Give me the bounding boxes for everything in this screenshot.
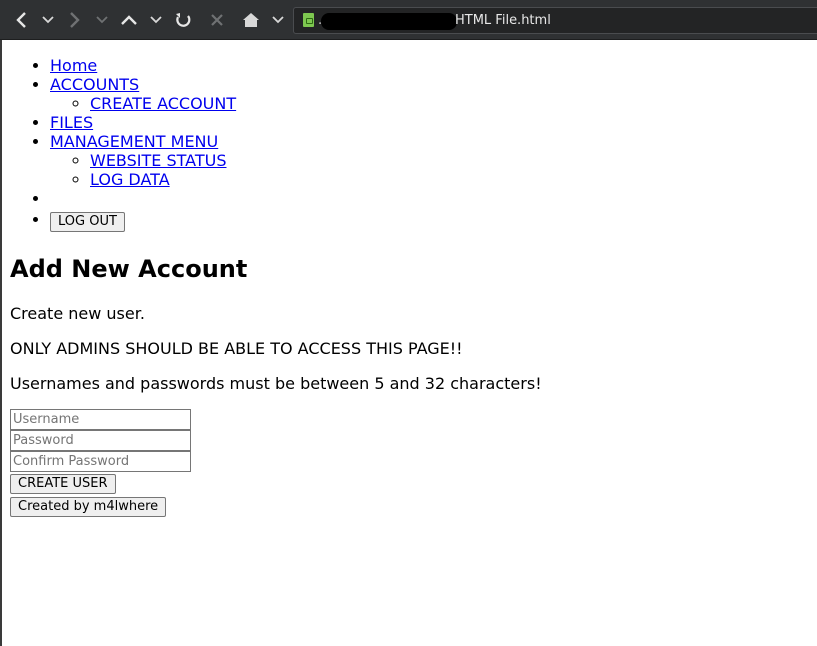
confirm-password-input[interactable] (10, 451, 191, 472)
submit-row: CREATE USER (10, 472, 810, 494)
nav-item-website-status: WEBSITE STATUS (90, 151, 810, 170)
up-icon (121, 15, 137, 25)
history-dropdown-icon (42, 16, 54, 24)
logout-button[interactable]: LOG OUT (50, 212, 125, 232)
page-viewport: Home ACCOUNTS CREATE ACCOUNT FILES MANAG… (0, 40, 817, 646)
forward-icon (70, 12, 80, 28)
reload-icon (176, 13, 191, 27)
nav-item-empty (50, 189, 810, 208)
back-icon (16, 12, 26, 28)
stop-icon (211, 14, 223, 26)
username-input[interactable] (10, 409, 191, 430)
home-history-button[interactable] (270, 8, 286, 32)
nav-item-log-data: LOG DATA (90, 170, 810, 189)
browser-toolbar: . HTML File.html (0, 0, 817, 40)
home-icon (243, 13, 259, 27)
up-button[interactable] (118, 8, 140, 32)
credit-button[interactable]: Created by m4lwhere (10, 497, 167, 517)
nav-link-files[interactable]: FILES (50, 113, 93, 132)
intro-text: Create new user. (10, 304, 145, 323)
url-bar[interactable]: . HTML File.html (293, 7, 817, 34)
page-icon (303, 13, 314, 27)
page-title: Add New Account (10, 255, 248, 283)
nav-item-accounts: ACCOUNTS CREATE ACCOUNT (50, 75, 810, 113)
home-button[interactable] (240, 8, 262, 32)
home-dropdown-icon (272, 16, 284, 24)
stop-button[interactable] (206, 8, 228, 32)
nav-link-management-menu[interactable]: MANAGEMENT MENU (50, 132, 218, 151)
redacted-path (321, 13, 457, 30)
reload-button[interactable] (172, 8, 194, 32)
credit-row: Created by m4lwhere (10, 495, 810, 517)
nav-link-home[interactable]: Home (50, 56, 97, 75)
forward-dropdown-icon (96, 16, 108, 24)
nav-item-logout: LOG OUT (50, 210, 810, 232)
nav-link-website-status[interactable]: WEBSITE STATUS (90, 151, 227, 170)
back-button[interactable] (12, 8, 32, 32)
up-dropdown-icon (150, 16, 162, 24)
url-text[interactable]: HTML File.html (455, 13, 551, 28)
management-submenu: WEBSITE STATUS LOG DATA (50, 151, 810, 189)
main-nav: Home ACCOUNTS CREATE ACCOUNT FILES MANAG… (10, 56, 810, 232)
page-content: Home ACCOUNTS CREATE ACCOUNT FILES MANAG… (10, 40, 810, 517)
back-history-button[interactable] (40, 8, 56, 32)
nav-item-files: FILES (50, 113, 810, 132)
create-user-form: CREATE USER Created by m4lwhere (10, 409, 810, 517)
forward-history-button[interactable] (94, 8, 110, 32)
create-user-button[interactable]: CREATE USER (10, 474, 116, 494)
nav-link-accounts[interactable]: ACCOUNTS (50, 75, 139, 94)
forward-button[interactable] (64, 8, 84, 32)
password-input[interactable] (10, 430, 191, 451)
nav-item-management: MANAGEMENT MENU WEBSITE STATUS LOG DATA (50, 132, 810, 189)
nav-item-create-account: CREATE ACCOUNT (90, 94, 810, 113)
nav-item-home: Home (50, 56, 810, 75)
length-requirement-text: Usernames and passwords must be between … (10, 374, 542, 393)
up-history-button[interactable] (148, 8, 164, 32)
admin-warning-text: ONLY ADMINS SHOULD BE ABLE TO ACCESS THI… (10, 339, 463, 358)
accounts-submenu: CREATE ACCOUNT (50, 94, 810, 113)
nav-link-create-account[interactable]: CREATE ACCOUNT (90, 94, 236, 113)
nav-link-log-data[interactable]: LOG DATA (90, 170, 170, 189)
